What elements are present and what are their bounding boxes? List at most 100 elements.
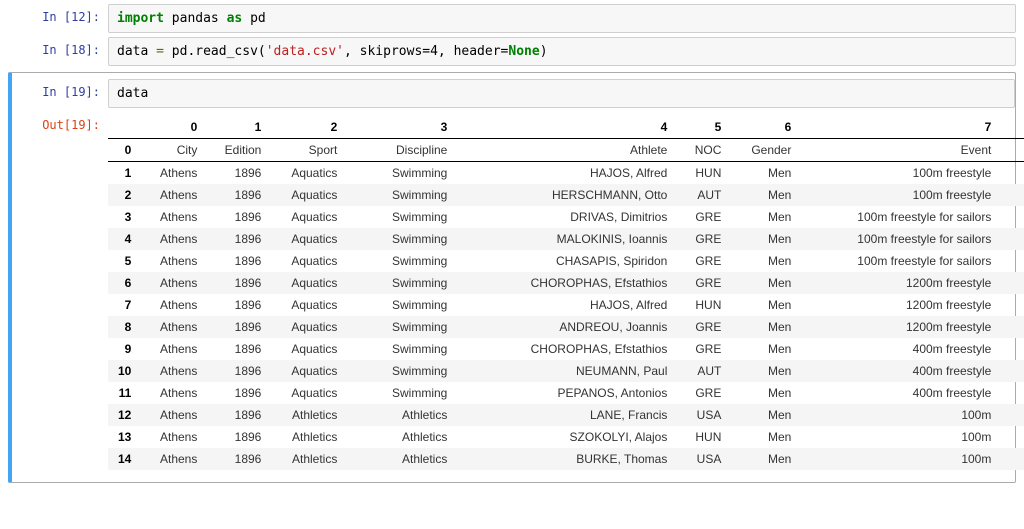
- cell: Athens: [141, 250, 207, 272]
- cell: MALOKINIS, Ioannis: [457, 228, 677, 250]
- cell: M: [1001, 338, 1024, 360]
- cell: 1896: [207, 338, 271, 360]
- cell: 1896: [207, 228, 271, 250]
- cell: M: [1001, 184, 1024, 206]
- arg-sep: , skiprows=: [344, 44, 430, 59]
- cell: M: [1001, 360, 1024, 382]
- dataframe-table[interactable]: 0123456789 0CityEditionSportDisciplineAt…: [108, 116, 1024, 470]
- cell: Athens: [141, 294, 207, 316]
- cell: M: [1001, 316, 1024, 338]
- cell: Athens: [141, 360, 207, 382]
- code-cell-12[interactable]: In [12]: import pandas as pd: [8, 4, 1016, 33]
- cell: Athens: [141, 184, 207, 206]
- cell: Athletics: [347, 404, 457, 426]
- code-input[interactable]: data: [108, 79, 1015, 108]
- cell: Men: [731, 404, 801, 426]
- cell: M: [1001, 294, 1024, 316]
- cell: Men: [731, 184, 801, 206]
- row-index: 0: [108, 139, 141, 162]
- cell: GRE: [677, 250, 731, 272]
- cell: PEPANOS, Antonios: [457, 382, 677, 404]
- cell: 1896: [207, 272, 271, 294]
- col-header: 3: [347, 116, 457, 139]
- row-index: 6: [108, 272, 141, 294]
- cell: 1896: [207, 184, 271, 206]
- table-row: 5Athens1896AquaticsSwimmingCHASAPIS, Spi…: [108, 250, 1024, 272]
- cell: 1896: [207, 426, 271, 448]
- cell: Edition: [207, 139, 271, 162]
- row-index: 3: [108, 206, 141, 228]
- cell: Swimming: [347, 184, 457, 206]
- cell: M: [1001, 250, 1024, 272]
- cell: HAJOS, Alfred: [457, 162, 677, 185]
- cell: GRE: [677, 206, 731, 228]
- cell: Athens: [141, 426, 207, 448]
- column-header-row: 0123456789: [108, 116, 1024, 139]
- string-literal: 'data.csv': [266, 44, 344, 59]
- cell: 1896: [207, 316, 271, 338]
- cell: Discipline: [347, 139, 457, 162]
- cell: 1896: [207, 360, 271, 382]
- table-row: 7Athens1896AquaticsSwimmingHAJOS, Alfred…: [108, 294, 1024, 316]
- cell: M: [1001, 382, 1024, 404]
- cell: CHASAPIS, Spiridon: [457, 250, 677, 272]
- col-header: 8: [1001, 116, 1024, 139]
- cell: Aquatics: [271, 360, 347, 382]
- cell: Men: [731, 316, 801, 338]
- row-index: 11: [108, 382, 141, 404]
- cell: HERSCHMANN, Otto: [457, 184, 677, 206]
- cell: 1896: [207, 206, 271, 228]
- cell: Men: [731, 162, 801, 185]
- code-input[interactable]: data = pd.read_csv('data.csv', skiprows=…: [108, 37, 1016, 66]
- cell: 1896: [207, 382, 271, 404]
- table-row: 6Athens1896AquaticsSwimmingCHOROPHAS, Ef…: [108, 272, 1024, 294]
- table-row: 3Athens1896AquaticsSwimmingDRIVAS, Dimit…: [108, 206, 1024, 228]
- cell: M: [1001, 162, 1024, 185]
- cell: Aquatics: [271, 184, 347, 206]
- output-area[interactable]: 0123456789 0CityEditionSportDisciplineAt…: [108, 112, 1024, 470]
- cell: Aquatics: [271, 206, 347, 228]
- input-prompt: In [12]:: [8, 4, 108, 24]
- selected-cell-19[interactable]: In [19]: data Out[19]: 0123456789 0CityE…: [8, 72, 1016, 483]
- cell: Gender: [731, 139, 801, 162]
- cell: 100m: [801, 404, 1001, 426]
- row-index: 8: [108, 316, 141, 338]
- cell: Swimming: [347, 228, 457, 250]
- code-input[interactable]: import pandas as pd: [108, 4, 1016, 33]
- cell: 100m freestyle: [801, 162, 1001, 185]
- cell: Swimming: [347, 360, 457, 382]
- output-prompt: Out[19]:: [12, 112, 108, 132]
- cell: Swimming: [347, 316, 457, 338]
- cell: Athens: [141, 162, 207, 185]
- cell: Men: [731, 448, 801, 470]
- cell: Athens: [141, 338, 207, 360]
- alias-name: pd: [250, 11, 266, 26]
- cell: Swimming: [347, 206, 457, 228]
- col-header: 0: [141, 116, 207, 139]
- cell: Athletics: [271, 426, 347, 448]
- call-name: pd.read_csv(: [172, 44, 266, 59]
- cell: Swimming: [347, 162, 457, 185]
- row-index: 7: [108, 294, 141, 316]
- cell: Swimming: [347, 250, 457, 272]
- col-header: 5: [677, 116, 731, 139]
- cell: GRE: [677, 272, 731, 294]
- kw-as: as: [227, 11, 243, 26]
- cell: Aquatics: [271, 272, 347, 294]
- cell: LANE, Francis: [457, 404, 677, 426]
- table-row: 2Athens1896AquaticsSwimmingHERSCHMANN, O…: [108, 184, 1024, 206]
- cell: Aquatics: [271, 338, 347, 360]
- cell: 100m: [801, 426, 1001, 448]
- cell: Swimming: [347, 382, 457, 404]
- kw-import: import: [117, 11, 164, 26]
- code-cell-18[interactable]: In [18]: data = pd.read_csv('data.csv', …: [8, 37, 1016, 66]
- cell: Swimming: [347, 338, 457, 360]
- cell: DRIVAS, Dimitrios: [457, 206, 677, 228]
- cell: M: [1001, 404, 1024, 426]
- cell: Athletics: [347, 426, 457, 448]
- row-index: 13: [108, 426, 141, 448]
- cell: Swimming: [347, 294, 457, 316]
- cell: M: [1001, 272, 1024, 294]
- code-cell-19[interactable]: In [19]: data: [12, 79, 1015, 108]
- row-index: 9: [108, 338, 141, 360]
